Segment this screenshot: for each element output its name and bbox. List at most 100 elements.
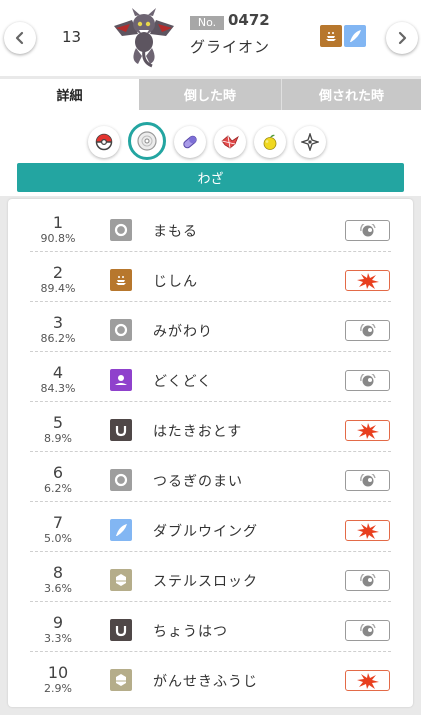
- move-row[interactable]: 6 6.2% つるぎのまい: [8, 452, 413, 502]
- move-category-badge: [345, 370, 390, 391]
- move-row[interactable]: 2 89.4% じしん: [8, 252, 413, 302]
- nature-star-icon[interactable]: [294, 126, 326, 158]
- move-rank-number: 8: [52, 563, 64, 582]
- move-name: ステルスロック: [153, 574, 258, 590]
- flying-type-icon: [344, 25, 366, 47]
- physical-move-icon: [356, 522, 379, 539]
- move-category-badge: [345, 220, 390, 241]
- move-usage-percent: 8.9%: [44, 432, 72, 445]
- status-move-icon: [359, 323, 376, 336]
- move-category-badge: [345, 670, 390, 691]
- status-move-icon: [359, 573, 376, 586]
- move-row[interactable]: 7 5.0% ダブルウイング: [8, 502, 413, 552]
- previous-pokemon-button[interactable]: [4, 22, 36, 54]
- move-name: ダブルウイング: [153, 524, 258, 540]
- move-rank: 7 5.0%: [38, 513, 78, 546]
- move-name: どくどく: [153, 374, 213, 390]
- category-selector: [88, 122, 326, 160]
- move-name: まもる: [153, 224, 198, 240]
- move-rank: 5 8.9%: [38, 413, 78, 446]
- move-rank: 8 3.6%: [38, 563, 78, 596]
- capsule-icon[interactable]: [174, 126, 206, 158]
- pokemon-name: グライオン: [190, 38, 271, 56]
- move-name: つるぎのまい: [153, 474, 243, 490]
- pokemon-header: 13 No. 0472 グライオン: [0, 0, 421, 76]
- status-move-icon: [359, 373, 376, 386]
- move-list: 1 90.8% まもる 2 89.4% じしん 3 86.2% みがわり 4 84.3% どくどく 5 8…: [8, 199, 413, 707]
- move-rank: 10 2.9%: [38, 663, 78, 696]
- move-rank: 3 86.2%: [38, 313, 78, 346]
- move-rank: 2 89.4%: [38, 263, 78, 296]
- move-rank: 9 3.3%: [38, 614, 78, 646]
- move-name: じしん: [153, 274, 198, 290]
- physical-move-icon: [356, 672, 379, 689]
- move-usage-percent: 6.2%: [44, 482, 72, 495]
- pokemon-types: [320, 25, 366, 47]
- move-rank: 6 6.2%: [38, 463, 78, 496]
- move-category-badge: [345, 470, 390, 491]
- tab-defeated-by[interactable]: 倒された時: [281, 79, 421, 110]
- move-row[interactable]: 8 3.6% ステルスロック: [8, 552, 413, 602]
- move-row[interactable]: 4 84.3% どくどく: [8, 352, 413, 402]
- move-rank-number: 7: [52, 513, 64, 532]
- move-rank-number: 6: [52, 463, 64, 482]
- move-rank-number: 1: [52, 213, 64, 232]
- move-category-badge: [345, 320, 390, 341]
- normal-type-icon: [110, 319, 132, 341]
- move-category-badge: [345, 420, 390, 441]
- pokemon-sprite: [114, 8, 174, 68]
- rock-type-icon: [110, 669, 132, 691]
- move-row[interactable]: 1 90.8% まもる: [8, 202, 413, 252]
- move-usage-percent: 86.2%: [40, 332, 76, 345]
- move-usage-percent: 5.0%: [44, 532, 72, 545]
- move-name: がんせきふうじ: [153, 674, 258, 690]
- pokeball-icon[interactable]: [88, 126, 120, 158]
- move-usage-percent: 90.8%: [40, 232, 76, 245]
- move-usage-percent: 2.9%: [44, 682, 72, 695]
- move-name: はたきおとす: [153, 424, 243, 440]
- physical-move-icon: [356, 272, 379, 289]
- chevron-right-icon: [398, 31, 407, 45]
- dark-type-icon: [110, 419, 132, 441]
- dex-number: 0472: [228, 11, 270, 29]
- status-move-icon: [359, 623, 376, 636]
- move-rank: 1 90.8%: [38, 213, 78, 246]
- dex-number-label: No.: [190, 16, 224, 30]
- tab-details[interactable]: 詳細: [0, 79, 139, 110]
- tab-defeated[interactable]: 倒した時: [139, 79, 281, 110]
- next-pokemon-button[interactable]: [386, 22, 418, 54]
- move-category-badge: [345, 620, 390, 641]
- detail-tabs: 詳細 倒した時 倒された時: [0, 79, 421, 110]
- ground-type-icon: [320, 25, 342, 47]
- disc-icon[interactable]: [128, 122, 166, 160]
- status-move-icon: [359, 223, 376, 236]
- tera-crystal-icon[interactable]: [214, 126, 246, 158]
- move-rank-number: 10: [47, 663, 69, 682]
- move-rank: 4 84.3%: [38, 364, 78, 396]
- berry-icon[interactable]: [254, 126, 286, 158]
- ground-type-icon: [110, 269, 132, 291]
- normal-type-icon: [110, 219, 132, 241]
- move-rank-number: 2: [52, 263, 64, 282]
- move-usage-percent: 3.3%: [44, 632, 72, 645]
- poison-type-icon: [110, 369, 132, 391]
- chevron-left-icon: [15, 31, 24, 45]
- move-rank-number: 5: [52, 413, 64, 432]
- physical-move-icon: [356, 422, 379, 439]
- status-move-icon: [359, 473, 376, 486]
- rock-type-icon: [110, 569, 132, 591]
- move-row[interactable]: 5 8.9% はたきおとす: [8, 402, 413, 452]
- usage-rank: 13: [62, 28, 82, 46]
- move-usage-percent: 89.4%: [40, 282, 76, 295]
- move-rank-number: 3: [52, 313, 64, 332]
- move-name: みがわり: [153, 324, 213, 340]
- move-category-badge: [345, 270, 390, 291]
- move-category-badge: [345, 570, 390, 591]
- move-row[interactable]: 10 2.9% がんせきふうじ: [8, 652, 413, 702]
- move-name: ちょうはつ: [153, 624, 228, 640]
- move-row[interactable]: 3 86.2% みがわり: [8, 302, 413, 352]
- move-row[interactable]: 9 3.3% ちょうはつ: [8, 602, 413, 652]
- move-usage-percent: 3.6%: [44, 582, 72, 595]
- flying-type-icon: [110, 519, 132, 541]
- category-area: わざ: [0, 110, 421, 196]
